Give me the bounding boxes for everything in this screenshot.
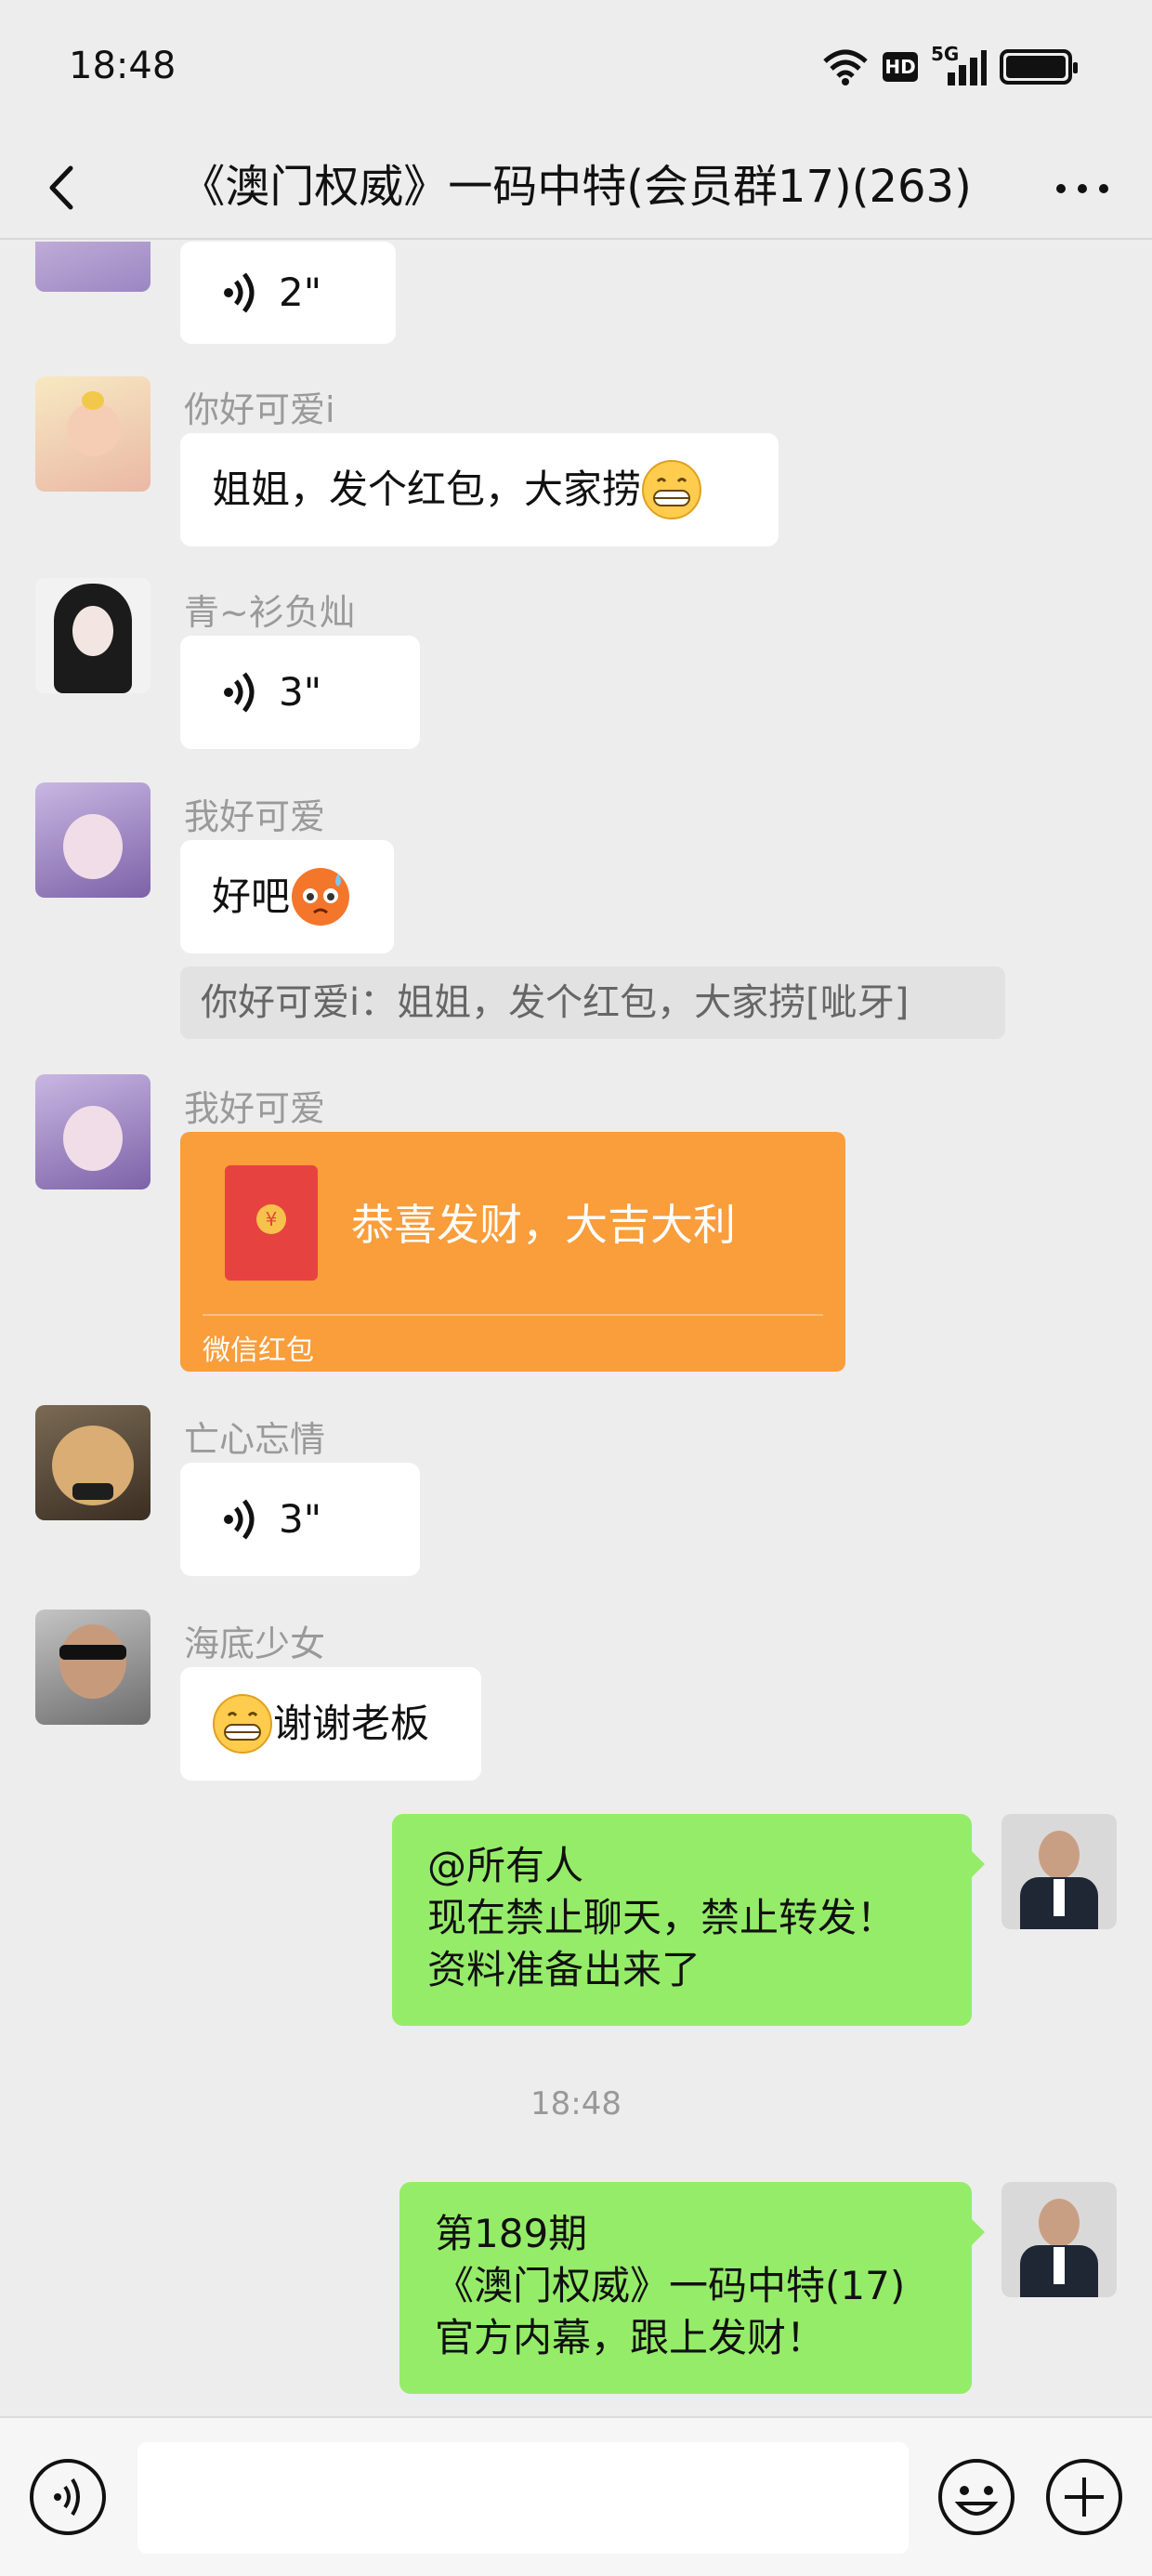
grin-emoji-icon: [213, 1694, 272, 1754]
avatar[interactable]: [35, 1074, 151, 1189]
smiley-icon: [938, 2459, 1015, 2535]
voice-icon: [224, 1499, 255, 1540]
text-message[interactable]: 好吧: [180, 840, 394, 953]
message-text: 姐姐，发个红包，大家捞: [212, 467, 642, 512]
text-message[interactable]: 姐姐，发个红包，大家捞: [180, 433, 779, 546]
sender-name: 你好可爱i: [184, 389, 335, 430]
sweat-emoji-icon: [292, 868, 350, 926]
message-timestamp: 18:48: [530, 2085, 622, 2123]
plus-icon: [1046, 2459, 1122, 2535]
voice-input-button[interactable]: [28, 2457, 108, 2537]
more-button[interactable]: [1041, 146, 1124, 230]
chevron-left-icon: [49, 165, 73, 210]
voice-duration: 3": [279, 1496, 322, 1542]
message-input[interactable]: [137, 2442, 909, 2554]
self-text-message[interactable]: 第189期 《澳门权威》一码中特(17) 官方内幕，跟上发财！: [399, 2182, 985, 2394]
sender-name: 亡心忘情: [184, 1419, 326, 1460]
message-list[interactable]: 2" 你好可爱i 姐姐，发个红包，大家捞 青~衫负灿 3" 我好可爱 好吧 你好…: [0, 242, 1152, 2416]
avatar[interactable]: [35, 376, 151, 492]
signal-icon: 5G: [931, 43, 987, 85]
voice-duration: 3": [279, 669, 322, 715]
voice-message[interactable]: 3": [180, 636, 420, 749]
avatar[interactable]: [35, 242, 151, 292]
sender-name: 我好可爱: [184, 1088, 326, 1129]
red-packet-message[interactable]: ¥ 恭喜发财，大吉大利 微信红包: [180, 1132, 845, 1372]
more-dots-icon: [1056, 184, 1108, 193]
message-text: 第189期 《澳门权威》一码中特(17) 官方内幕，跟上发财！: [435, 2211, 906, 2360]
chat-header: 《澳门权威》一码中特(会员群17)(263): [0, 135, 1152, 240]
hd-badge-icon: HD: [883, 52, 918, 82]
voice-message[interactable]: 2": [180, 242, 396, 344]
quoted-message[interactable]: 你好可爱i：姐姐，发个红包，大家捞[呲牙]: [180, 966, 1005, 1039]
voice-icon: [224, 272, 255, 313]
voice-icon: [224, 672, 255, 713]
battery-icon: [1000, 49, 1078, 85]
red-packet-icon: ¥: [225, 1165, 318, 1281]
status-icons: HD 5G: [821, 43, 1078, 87]
red-packet-divider: [203, 1314, 823, 1316]
sender-name: 海底少女: [184, 1623, 326, 1664]
voice-mode-icon: [30, 2459, 106, 2535]
network-label: 5G: [931, 43, 960, 65]
input-bar: [0, 2416, 1152, 2576]
message-text: @所有人 现在禁止聊天，禁止转发！ 资料准备出来了: [427, 1843, 897, 1992]
status-bar: 18:48 HD 5G: [0, 0, 1152, 135]
voice-message[interactable]: 3": [180, 1463, 420, 1576]
self-avatar[interactable]: [1001, 1814, 1117, 1929]
sender-name: 我好可爱: [184, 796, 326, 837]
avatar[interactable]: [35, 1405, 151, 1520]
emoji-button[interactable]: [936, 2457, 1016, 2537]
message-text: 谢谢老板: [273, 1701, 430, 1746]
self-avatar[interactable]: [1001, 2182, 1117, 2297]
grin-emoji-icon: [642, 460, 702, 519]
self-text-message[interactable]: @所有人 现在禁止聊天，禁止转发！ 资料准备出来了: [392, 1814, 985, 2026]
sender-name: 青~衫负灿: [184, 592, 355, 633]
red-packet-footer: 微信红包: [203, 1334, 314, 1367]
back-button[interactable]: [33, 146, 108, 230]
page-title: 《澳门权威》一码中特(会员群17)(263): [180, 161, 972, 213]
status-time: 18:48: [69, 45, 177, 87]
voice-duration: 2": [279, 269, 322, 315]
avatar[interactable]: [35, 578, 151, 693]
wifi-icon: [823, 49, 868, 85]
text-message[interactable]: 谢谢老板: [180, 1667, 481, 1781]
more-functions-button[interactable]: [1044, 2457, 1124, 2537]
message-text: 好吧: [212, 874, 291, 919]
avatar[interactable]: [35, 782, 151, 898]
red-packet-title: 恭喜发财，大吉大利: [351, 1200, 736, 1250]
avatar[interactable]: [35, 1610, 151, 1725]
